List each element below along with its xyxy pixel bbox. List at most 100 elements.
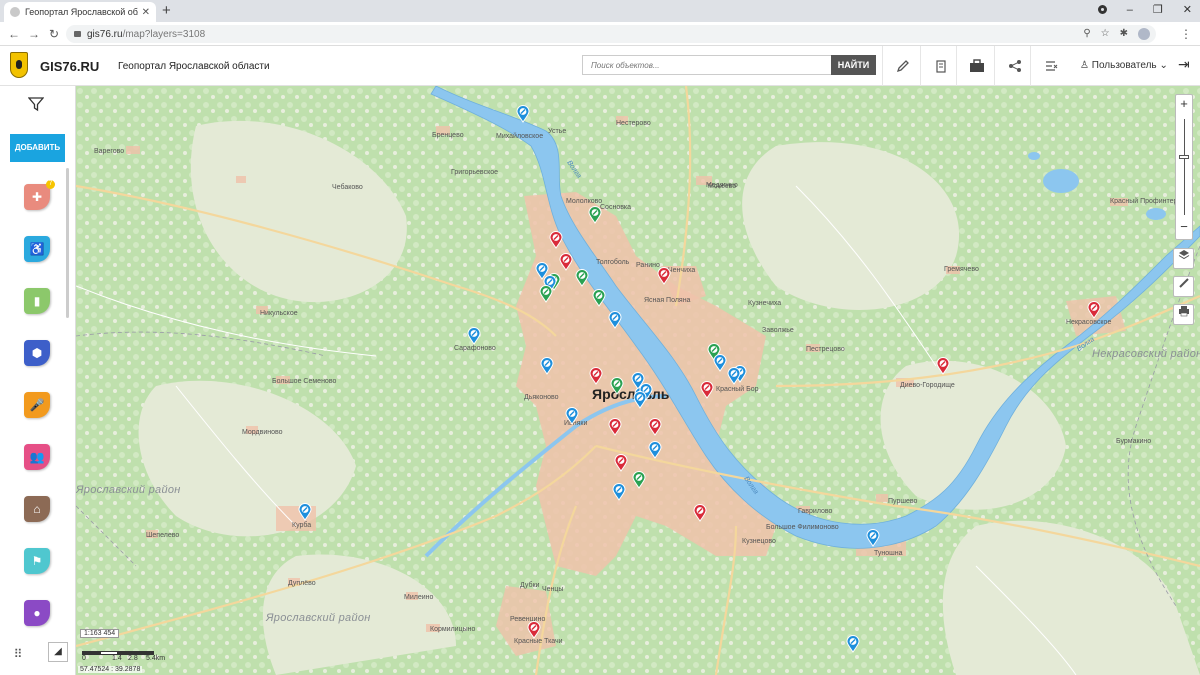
category-layer-button[interactable]: ⚑ [24,548,50,574]
map-marker-pin-icon[interactable] [516,105,530,123]
zoom-slider-track[interactable] [1184,119,1185,215]
briefcase-button[interactable] [956,46,996,86]
browser-menu-icon[interactable]: ⋮ [1180,27,1192,41]
place-label: Некрасовское [1066,319,1112,326]
zoom-slider-handle[interactable] [1179,155,1189,159]
map-marker-pin-icon[interactable] [540,357,554,375]
category-layer-button[interactable]: ♿ [24,236,50,262]
portal-title: Геопортал Ярославской области [118,61,270,72]
search-button[interactable]: НАЙТИ [831,55,876,75]
eraser-icon[interactable]: ◢ [48,642,68,662]
people-icon: 👥 [29,450,45,464]
map-marker-pin-icon[interactable] [846,635,860,653]
map-marker-pin-icon[interactable] [575,269,589,287]
measure-button[interactable] [1173,276,1194,297]
map-marker-pin-icon[interactable] [559,253,573,271]
place-label: Диево-Городище [900,382,955,389]
location-icon[interactable]: ⚲ [1083,28,1090,40]
map-marker-pin-icon[interactable] [632,471,646,489]
map-marker-pin-icon[interactable] [565,407,579,425]
search-input[interactable] [582,55,832,75]
map-marker-pin-icon[interactable] [693,504,707,522]
map-marker-pin-icon[interactable] [1087,301,1101,319]
printer-icon [1178,306,1189,317]
profile-avatar[interactable] [1138,28,1150,40]
map-marker-pin-icon[interactable] [633,391,647,409]
map-marker-pin-icon[interactable] [467,327,481,345]
map-marker-pin-icon[interactable] [713,354,727,372]
map-marker-pin-icon[interactable] [610,377,624,395]
sport-icon: ⚑ [31,554,43,568]
map-marker-pin-icon[interactable] [589,367,603,385]
filter-icon[interactable] [27,96,45,117]
map-marker-pin-icon[interactable] [298,503,312,521]
map-marker-pin-icon[interactable] [936,357,950,375]
share-button[interactable] [994,46,1034,86]
map-marker-pin-icon[interactable] [608,311,622,329]
scale-label: 1.4 [112,655,122,662]
map-marker-pin-icon[interactable] [657,267,671,285]
wheelchair-icon: ♿ [29,242,45,256]
map-marker-pin-icon[interactable] [539,285,553,303]
place-label: Гаврилово [798,508,833,515]
restore-button[interactable]: ❐ [1153,3,1163,16]
place-label: Милеино [404,594,434,601]
reload-icon[interactable]: ↻ [44,27,64,41]
close-window-button[interactable]: ✕ [1183,3,1192,16]
back-icon[interactable]: ← [4,27,24,41]
category-layer-button[interactable]: ✚ 7 [24,180,55,210]
clipboard-button[interactable] [920,46,960,86]
user-menu[interactable]: ♙ Пользователь ⌄ [1080,60,1168,71]
place-label: Пестрецово [806,346,845,353]
place-label: Бренцево [432,132,464,139]
map-marker-pin-icon[interactable] [588,206,602,224]
place-label: Михайловское [496,133,544,140]
map-marker-pin-icon[interactable] [614,454,628,472]
map-marker-pin-icon[interactable] [648,418,662,436]
layers-button[interactable] [1173,248,1194,269]
draw-tool-button[interactable] [882,46,922,86]
new-tab-button[interactable]: + [162,2,171,19]
route-icon [1045,61,1057,71]
site-favicon-icon [10,7,20,17]
map-marker-pin-icon[interactable] [612,483,626,501]
sidebar-scrollbar[interactable] [66,168,69,318]
place-label: Сосновка [600,204,632,211]
map-marker-pin-icon[interactable] [648,441,662,459]
zoom-in-button[interactable]: + [1176,96,1192,111]
category-layer-button[interactable]: 🎤 [24,392,50,418]
bookmark-star-icon[interactable]: ☆ [1101,28,1110,40]
map-marker-pin-icon[interactable] [549,231,563,249]
map-marker-pin-icon[interactable] [608,418,622,436]
minimize-button[interactable]: – [1127,4,1133,16]
yaroslavl-coat-of-arms-logo[interactable] [10,52,28,78]
map-marker-pin-icon[interactable] [700,381,714,399]
map-canvas[interactable]: Устье Михайловское Нестерово Бренцево Варего… [76,86,1200,675]
brand-name[interactable]: GIS76.RU [40,59,99,74]
map-marker-pin-icon[interactable] [866,529,880,547]
place-label: Кузнечиха [748,300,782,307]
route-button[interactable] [1030,46,1070,86]
category-layer-button[interactable]: ⬢ [24,340,50,366]
forward-icon[interactable]: → [24,27,44,41]
print-button[interactable] [1173,304,1194,325]
address-bar[interactable]: gis76.ru/map?layers=3108 ⚲ ☆ ✱ [66,25,1156,43]
map-scale-ratio: 1:163 454 [80,629,120,638]
zoom-out-button[interactable]: − [1176,219,1192,234]
category-layer-button[interactable]: ▮ [24,288,50,314]
map-marker-pin-icon[interactable] [592,289,606,307]
logout-icon[interactable]: ⇥ [1178,56,1190,73]
browser-tab[interactable]: Геопортал Ярославской обла ✕ [4,2,156,22]
map-marker-pin-icon[interactable] [727,367,741,385]
grid-menu-icon[interactable]: ⠿ [8,644,28,664]
close-tab-icon[interactable]: ✕ [142,7,150,18]
place-label: Ченчиха [668,267,696,274]
add-button[interactable]: ДОБАВИТЬ [10,134,65,162]
category-layer-button[interactable]: ● [24,600,50,626]
extensions-icon[interactable]: ✱ [1120,28,1128,40]
house-icon: ⌂ [33,502,41,516]
user-icon: ♙ [1080,60,1089,71]
category-layer-button[interactable]: ⌂ [24,496,50,522]
category-layer-button[interactable]: 👥 [24,444,50,470]
map-marker-pin-icon[interactable] [527,621,541,639]
